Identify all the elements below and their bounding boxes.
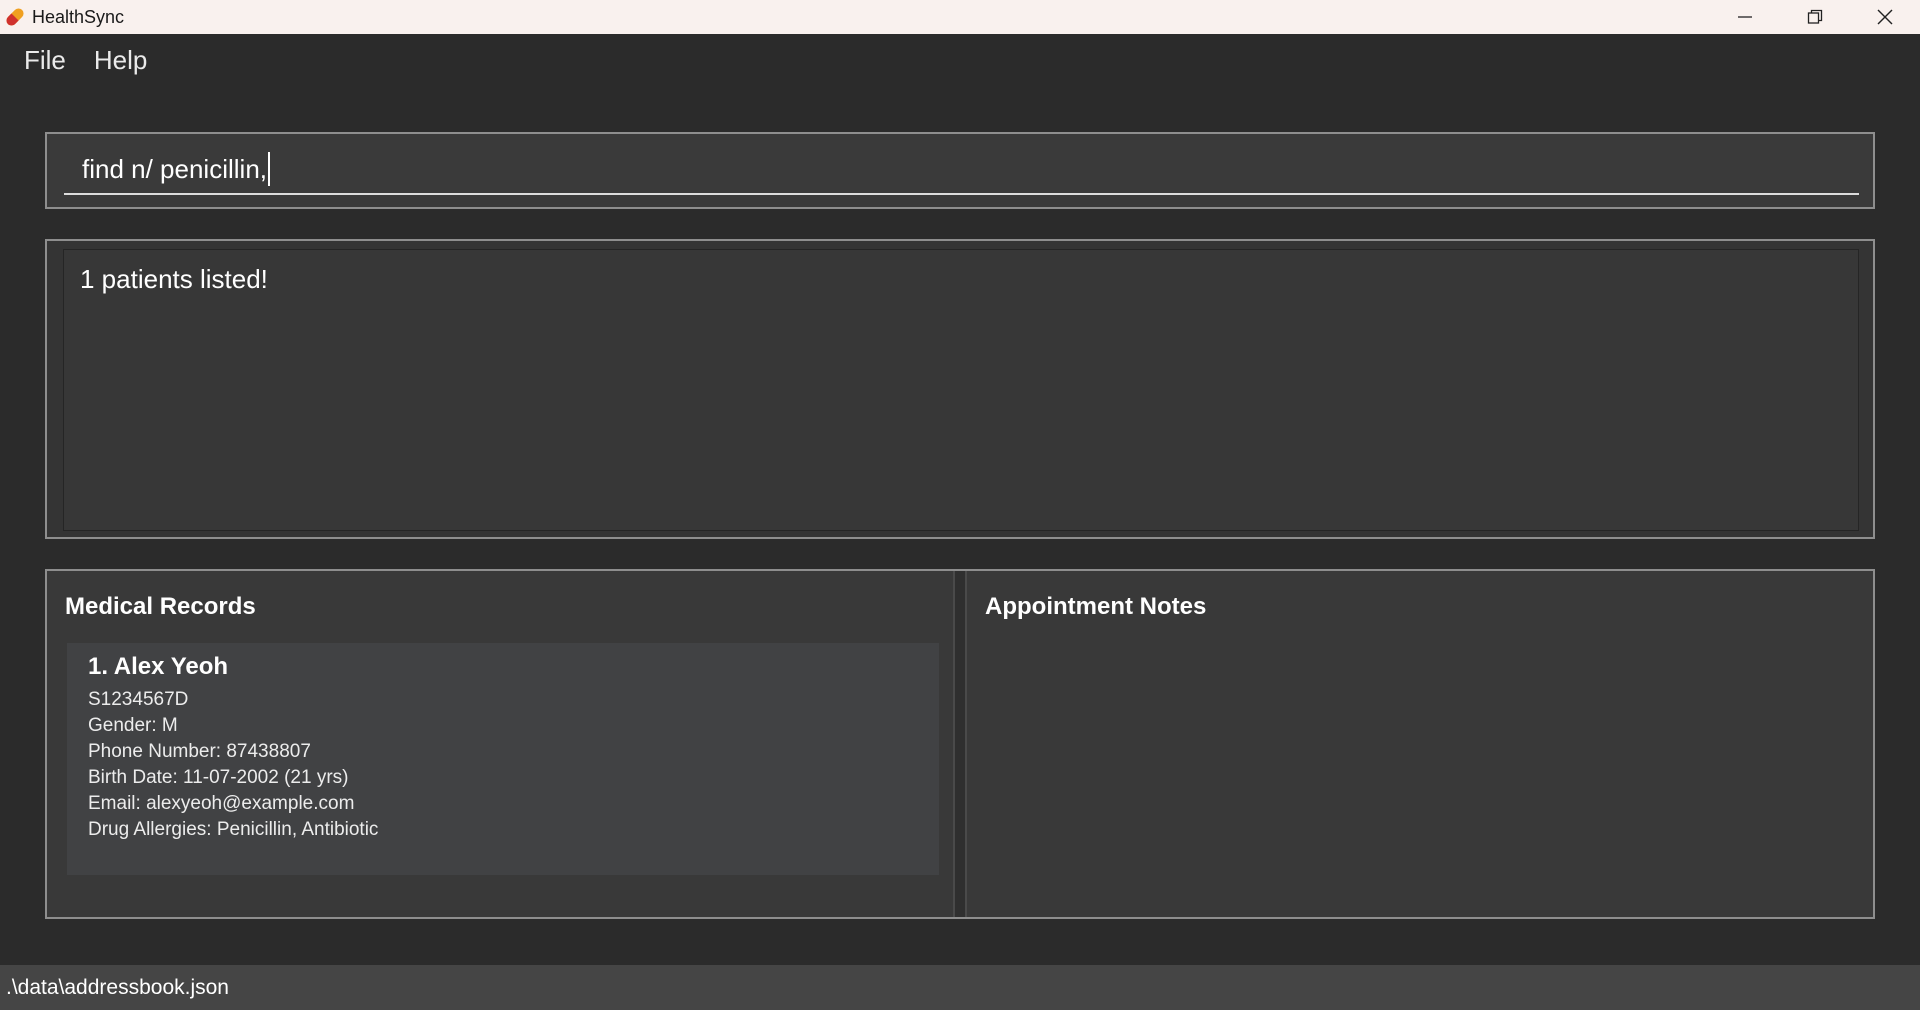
data-file-path: .\data\addressbook.json [6, 975, 229, 999]
close-button[interactable] [1850, 0, 1920, 34]
result-text-area[interactable]: 1 patients listed! [63, 249, 1859, 531]
minimize-button[interactable] [1710, 0, 1780, 34]
restore-button[interactable] [1780, 0, 1850, 34]
appointment-notes-title: Appointment Notes [985, 593, 1207, 620]
close-icon [1877, 9, 1893, 25]
status-bar: .\data\addressbook.json [0, 965, 1920, 1010]
result-display: 1 patients listed! [45, 239, 1875, 539]
title-bar: HealthSync [0, 0, 1920, 34]
command-box: find n/ penicillin, [45, 132, 1875, 209]
menu-bar: File Help [0, 34, 1920, 86]
window-title: HealthSync [32, 6, 125, 27]
result-message: 1 patients listed! [80, 264, 268, 294]
menu-help[interactable]: Help [94, 45, 147, 76]
patient-birth-date: Birth Date: 11-07-2002 (21 yrs) [88, 767, 349, 788]
pill-icon [3, 5, 27, 29]
medical-records-title: Medical Records [65, 593, 256, 620]
patient-gender: Gender: M [88, 715, 178, 736]
patient-card[interactable]: 1. Alex Yeoh S1234567D Gender: M Phone N… [67, 643, 939, 875]
appointment-notes-panel: Appointment Notes [967, 571, 1873, 917]
command-text: find n/ penicillin, [82, 153, 267, 184]
panels-container: Medical Records 1. Alex Yeoh S1234567D G… [45, 569, 1875, 919]
menu-file[interactable]: File [24, 45, 66, 76]
minimize-icon [1738, 16, 1752, 18]
patient-allergies: Drug Allergies: Penicillin, Antibiotic [88, 819, 379, 840]
command-input[interactable]: find n/ penicillin, [64, 144, 1859, 195]
restore-icon [1807, 9, 1823, 24]
patient-name: 1. Alex Yeoh [88, 653, 229, 680]
text-caret [268, 151, 270, 186]
medical-records-panel: Medical Records 1. Alex Yeoh S1234567D G… [47, 571, 953, 917]
patient-email: Email: alexyeoh@example.com [88, 793, 355, 814]
patient-nric: S1234567D [88, 689, 189, 710]
split-pane-divider[interactable] [953, 571, 967, 917]
patient-phone: Phone Number: 87438807 [88, 741, 311, 762]
